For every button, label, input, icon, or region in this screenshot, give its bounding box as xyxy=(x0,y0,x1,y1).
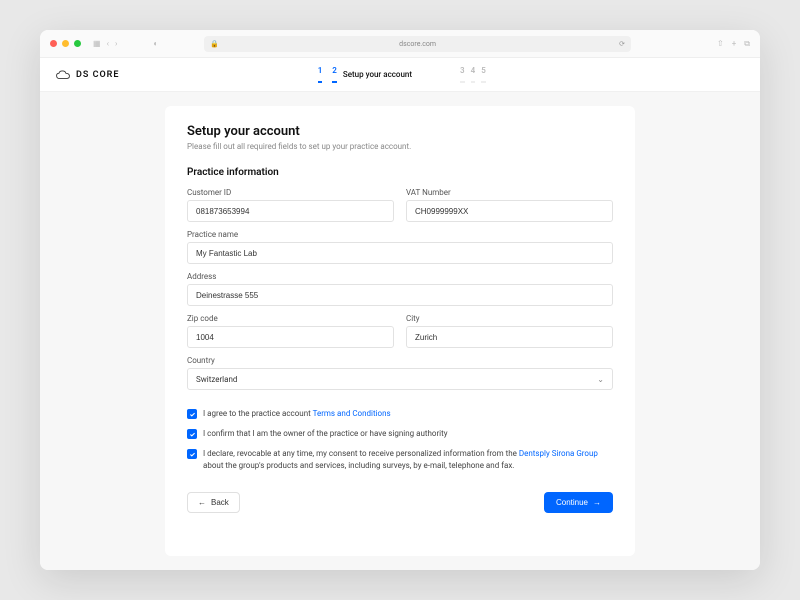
browser-chrome: ▦ ‹ › ◐ 🔒 dscore.com ⟳ ⇧ + ⧉ xyxy=(40,30,760,58)
zip-input[interactable] xyxy=(187,326,394,348)
group-link[interactable]: Dentsply Sirona Group xyxy=(519,449,598,458)
arrow-right-icon: → xyxy=(593,498,601,507)
customer-id-input[interactable] xyxy=(187,200,394,222)
city-label: City xyxy=(406,314,613,323)
chevron-down-icon: ⌄ xyxy=(597,375,604,384)
back-label: Back xyxy=(211,498,229,507)
section-title: Practice information xyxy=(187,167,613,178)
marketing-text: I declare, revocable at any time, my con… xyxy=(203,448,613,472)
page-subtitle: Please fill out all required fields to s… xyxy=(187,142,613,151)
owner-text: I confirm that I am the owner of the pra… xyxy=(203,428,448,440)
close-window-icon[interactable] xyxy=(50,40,57,47)
sidebar-icon[interactable]: ▦ xyxy=(93,39,101,48)
form-card: Setup your account Please fill out all r… xyxy=(165,106,635,556)
progress-stepper: 1 2 Setup your account 3 4 5 xyxy=(119,66,684,83)
step-1: 1 xyxy=(318,66,323,83)
vat-label: VAT Number xyxy=(406,188,613,197)
step-label: Setup your account xyxy=(343,70,412,79)
practice-name-input[interactable] xyxy=(187,242,613,264)
app-header: DS CORE 1 2 Setup your account 3 4 5 xyxy=(40,58,760,92)
content-area: Setup your account Please fill out all r… xyxy=(40,92,760,570)
reload-icon[interactable]: ⟳ xyxy=(619,40,625,48)
customer-id-label: Customer ID xyxy=(187,188,394,197)
check-icon xyxy=(189,431,196,438)
brand-logo: DS CORE xyxy=(56,70,119,80)
vat-input[interactable] xyxy=(406,200,613,222)
tabs-icon[interactable]: ⧉ xyxy=(744,39,750,49)
terms-link[interactable]: Terms and Conditions xyxy=(313,409,391,418)
continue-label: Continue xyxy=(556,498,588,507)
nav-fwd-icon[interactable]: › xyxy=(115,39,117,48)
maximize-window-icon[interactable] xyxy=(74,40,81,47)
country-value: Switzerland xyxy=(196,375,237,384)
step-5: 5 xyxy=(481,66,486,83)
brand-text: DS CORE xyxy=(76,70,119,80)
browser-window: ▦ ‹ › ◐ 🔒 dscore.com ⟳ ⇧ + ⧉ DS CORE 1 2… xyxy=(40,30,760,570)
city-input[interactable] xyxy=(406,326,613,348)
traffic-lights xyxy=(50,40,81,47)
page-title: Setup your account xyxy=(187,124,613,139)
address-bar[interactable]: 🔒 dscore.com ⟳ xyxy=(204,36,631,52)
lock-icon: 🔒 xyxy=(210,40,219,48)
marketing-checkbox[interactable] xyxy=(187,449,197,459)
country-label: Country xyxy=(187,356,613,365)
shield-icon[interactable]: ◐ xyxy=(153,39,158,48)
consent-section: I agree to the practice account Terms an… xyxy=(187,408,613,472)
country-select[interactable]: Switzerland ⌄ xyxy=(187,368,613,390)
cloud-icon xyxy=(56,70,70,80)
minimize-window-icon[interactable] xyxy=(62,40,69,47)
terms-text: I agree to the practice account Terms an… xyxy=(203,408,391,420)
back-button[interactable]: ← Back xyxy=(187,492,240,513)
owner-checkbox[interactable] xyxy=(187,429,197,439)
share-icon[interactable]: ⇧ xyxy=(717,39,724,49)
step-2: 2 xyxy=(332,66,337,83)
step-3: 3 xyxy=(460,66,465,83)
continue-button[interactable]: Continue → xyxy=(544,492,613,513)
step-4: 4 xyxy=(471,66,476,83)
practice-name-label: Practice name xyxy=(187,230,613,239)
terms-checkbox[interactable] xyxy=(187,409,197,419)
address-input[interactable] xyxy=(187,284,613,306)
address-label: Address xyxy=(187,272,613,281)
check-icon xyxy=(189,451,196,458)
check-icon xyxy=(189,411,196,418)
new-tab-icon[interactable]: + xyxy=(732,39,737,49)
nav-back-icon[interactable]: ‹ xyxy=(107,39,109,48)
arrow-left-icon: ← xyxy=(198,498,206,507)
url-text: dscore.com xyxy=(399,40,436,48)
zip-label: Zip code xyxy=(187,314,394,323)
